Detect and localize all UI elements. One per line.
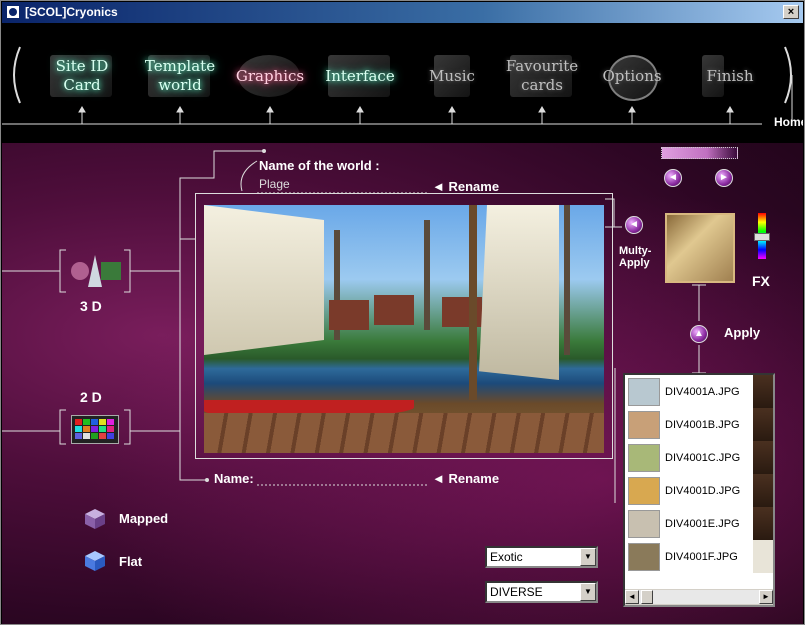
current-texture-preview	[665, 213, 735, 283]
palm-tree	[564, 205, 570, 355]
preview-strip	[753, 375, 773, 408]
prev-arrow-button[interactable]: ◄	[664, 169, 682, 187]
next-arrow-button[interactable]: ►	[715, 169, 733, 187]
file-thumbnail	[628, 443, 660, 472]
file-thumbnail	[628, 410, 660, 439]
horizontal-scrollbar[interactable]: ◄ ►	[625, 588, 773, 605]
apply-button[interactable]: ▲	[690, 325, 708, 343]
2d-mode-label[interactable]: 2 D	[80, 389, 102, 405]
nav-finish[interactable]: Finish	[690, 51, 770, 101]
world-name-value[interactable]: Plage	[259, 177, 290, 191]
file-thumbnail	[628, 509, 660, 538]
main-stage: Site ID Card Template world Graphics Int…	[2, 23, 803, 624]
nav-template-world[interactable]: Template world	[140, 51, 220, 101]
hut	[329, 300, 369, 330]
preview-strip	[753, 474, 773, 507]
multy-apply-label[interactable]: Multy-Apply	[619, 245, 659, 269]
file-row[interactable]: DIV4001C.JPG	[625, 441, 773, 474]
file-name: DIV4001B.JPG	[665, 418, 740, 431]
app-window: [SCOL]Cryonics × Site ID Card Template w…	[0, 0, 805, 625]
collection-select[interactable]: DIVERSE ▼	[485, 581, 598, 603]
scroll-thumb[interactable]	[641, 590, 653, 604]
file-row[interactable]: DIV4001D.JPG	[625, 474, 773, 507]
3d-objects-icon[interactable]	[67, 253, 125, 289]
app-icon	[6, 5, 20, 19]
mast	[469, 205, 477, 400]
preview-strip	[753, 540, 773, 573]
file-name: DIV4001D.JPG	[665, 484, 741, 497]
nav-site-id-card[interactable]: Site ID Card	[42, 51, 122, 101]
file-name: DIV4001C.JPG	[665, 451, 741, 464]
file-row[interactable]: DIV4001A.JPG	[625, 375, 773, 408]
category-select[interactable]: Exotic ▼	[485, 546, 598, 568]
mapped-label[interactable]: Mapped	[119, 511, 168, 526]
flat-cube-icon[interactable]	[84, 550, 106, 572]
file-name: DIV4001A.JPG	[665, 385, 740, 398]
object-name-label: Name:	[214, 471, 254, 486]
texture-file-list[interactable]: DIV4001A.JPG DIV4001B.JPG DIV4001C.JPG D…	[623, 373, 775, 607]
preview-strip	[753, 408, 773, 441]
window-title: [SCOL]Cryonics	[25, 5, 118, 19]
category-select-value: Exotic	[490, 550, 523, 564]
wooden-deck	[204, 413, 604, 453]
fx-slider-knob[interactable]	[754, 233, 770, 241]
2d-palette-icon[interactable]	[71, 415, 119, 444]
sail	[479, 205, 559, 380]
collection-select-value: DIVERSE	[490, 585, 543, 599]
file-row[interactable]: DIV4001E.JPG	[625, 507, 773, 540]
file-name: DIV4001E.JPG	[665, 517, 740, 530]
title-bar: [SCOL]Cryonics ×	[2, 2, 803, 23]
file-row[interactable]: DIV4001F.JPG	[625, 540, 773, 573]
world-rename-button[interactable]: ◄ Rename	[432, 179, 499, 194]
world-preview[interactable]	[204, 205, 604, 453]
chevron-down-icon[interactable]: ▼	[580, 548, 596, 566]
file-thumbnail	[628, 476, 660, 505]
file-thumbnail	[628, 377, 660, 406]
nav-options[interactable]: Options	[592, 51, 672, 101]
scroll-right-icon[interactable]: ►	[759, 590, 773, 604]
multy-apply-button[interactable]: ◄	[625, 216, 643, 234]
preview-strip	[753, 507, 773, 540]
nav-graphics[interactable]: Graphics	[230, 51, 310, 101]
chevron-down-icon[interactable]: ▼	[580, 583, 596, 601]
nav-interface[interactable]: Interface	[320, 51, 400, 101]
file-row[interactable]: DIV4001B.JPG	[625, 408, 773, 441]
scroll-track[interactable]	[639, 590, 759, 604]
object-rename-button[interactable]: ◄ Rename	[432, 471, 499, 486]
scroll-left-icon[interactable]: ◄	[625, 590, 639, 604]
flat-label[interactable]: Flat	[119, 554, 142, 569]
world-name-label: Name of the world :	[259, 158, 380, 173]
sail	[204, 205, 324, 355]
file-thumbnail	[628, 542, 660, 571]
mapped-cube-icon[interactable]	[84, 508, 106, 530]
preview-strip	[753, 441, 773, 474]
nav-music[interactable]: Music	[412, 51, 492, 101]
apply-label[interactable]: Apply	[724, 325, 760, 340]
texture-slider[interactable]	[661, 147, 738, 159]
close-button[interactable]: ×	[783, 5, 799, 19]
fx-label: FX	[752, 273, 770, 289]
hut	[374, 295, 414, 325]
nav-favourite-cards[interactable]: Favourite cards	[502, 51, 582, 101]
file-name: DIV4001F.JPG	[665, 550, 738, 563]
3d-mode-label[interactable]: 3 D	[80, 298, 102, 314]
palm-tree	[424, 220, 430, 330]
